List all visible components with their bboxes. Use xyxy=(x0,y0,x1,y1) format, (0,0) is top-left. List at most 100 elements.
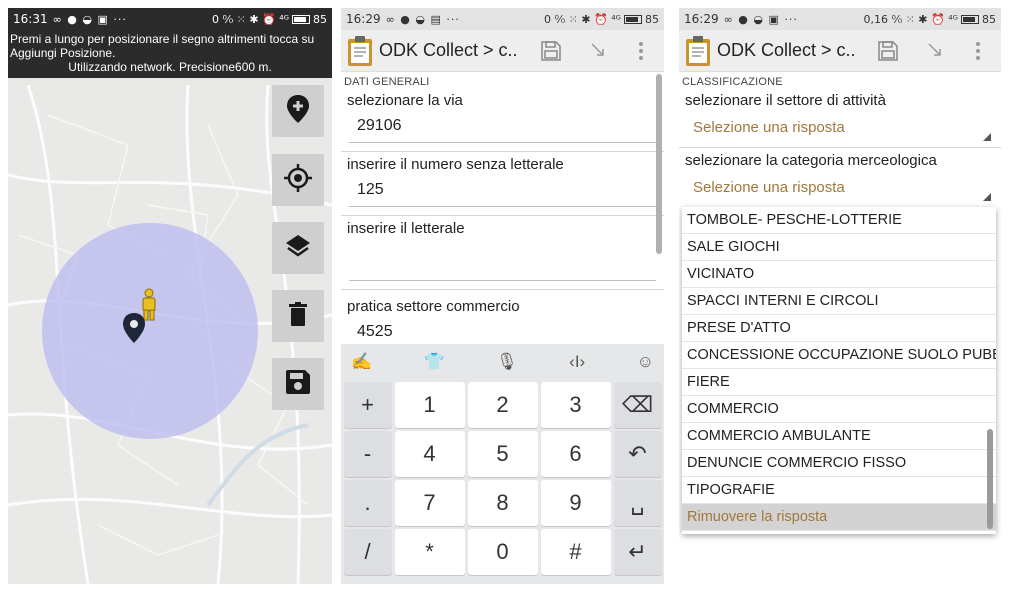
space-key[interactable]: ␣ xyxy=(613,480,662,526)
dropdown-option[interactable]: FIERE xyxy=(682,369,996,396)
handwriting-icon[interactable]: ✍ xyxy=(351,352,372,372)
question-categoria: selezionare la categoria merceologica xyxy=(685,152,937,169)
key-hash[interactable]: # xyxy=(540,529,611,575)
key-dot[interactable]: . xyxy=(343,480,392,526)
key-slash[interactable]: / xyxy=(343,529,392,575)
microphone-icon[interactable]: 🎙 xyxy=(496,352,518,372)
dropdown-option[interactable]: VICINATO xyxy=(682,261,996,288)
toolbar-title: ODK Collect > c.. xyxy=(379,40,518,60)
answer-letterale-input[interactable] xyxy=(349,245,656,281)
dropdown-arrow-icon xyxy=(983,133,991,141)
save-form-icon xyxy=(541,40,561,61)
overflow-menu-button[interactable] xyxy=(961,34,995,68)
section-title: CLASSIFICAZIONE xyxy=(682,76,783,88)
key-8[interactable]: 8 xyxy=(467,480,538,526)
add-location-button[interactable] xyxy=(272,85,324,137)
key-1[interactable]: 1 xyxy=(394,382,465,428)
next-button[interactable] xyxy=(919,34,953,68)
toolbar-title: ODK Collect > c.. xyxy=(717,40,856,60)
dropdown-option[interactable]: COMMERCIO AMBULANTE xyxy=(682,423,996,450)
status-signal: 0 ⁰⁄₀ ⁙ ✱ ⏰ ⁴ᴳ xyxy=(543,12,621,26)
layers-button[interactable] xyxy=(272,222,324,274)
overflow-menu-button[interactable] xyxy=(624,34,658,68)
enter-key[interactable]: ↵ xyxy=(613,529,662,575)
dropdown-scrollbar[interactable] xyxy=(987,429,993,529)
key-3[interactable]: 3 xyxy=(540,382,611,428)
answer-numero-input[interactable]: 125 xyxy=(349,181,656,207)
scrollbar[interactable] xyxy=(656,74,662,254)
next-icon xyxy=(591,42,604,56)
dropdown-option[interactable]: TIPOGRAFIE xyxy=(682,477,996,504)
key-plus[interactable]: + xyxy=(343,382,392,428)
key-7[interactable]: 7 xyxy=(394,480,465,526)
clipboard-icon xyxy=(347,35,373,66)
app-toolbar: ODK Collect > c.. xyxy=(341,30,664,72)
answer-via-input[interactable]: 29106 xyxy=(349,117,656,143)
map-view[interactable] xyxy=(8,84,332,584)
my-location-button[interactable] xyxy=(272,154,324,206)
dropdown-option[interactable]: PRESE D'ATTO xyxy=(682,315,996,342)
dropdown-option[interactable]: TOMBOLE- PESCHE-LOTTERIE xyxy=(682,207,996,234)
dropdown-option[interactable]: SALE GIOCHI xyxy=(682,234,996,261)
status-bar: 16:31 ∞ ● ◒ ▣ ··· 0 ⁰⁄₀ ⁙ ✱ ⏰ ⁴ᴳ 85 xyxy=(8,8,332,30)
save-form-button[interactable] xyxy=(871,34,905,68)
key-5[interactable]: 5 xyxy=(467,431,538,477)
status-signal: 0,16 ⁰⁄₀ ⁙ ✱ ⏰ ⁴ᴳ xyxy=(863,12,958,26)
settore-select-value: Selezione una risposta xyxy=(693,119,845,136)
status-time: 16:31 xyxy=(13,12,48,26)
dropdown-option[interactable]: DENUNCIE COMMERCIO FISSO xyxy=(682,450,996,477)
form-screen-general: 16:29 ∞ ● ◒ ▤ ··· 0 ⁰⁄₀ ⁙ ✱ ⏰ ⁴ᴳ 85 ODK … xyxy=(341,8,664,584)
battery-icon xyxy=(624,14,642,24)
question-letterale: inserire il letterale xyxy=(347,220,465,237)
layers-icon xyxy=(285,233,311,264)
delete-location-button[interactable] xyxy=(272,290,324,342)
add-location-icon xyxy=(287,94,309,128)
key-star[interactable]: * xyxy=(394,529,465,575)
remove-answer-button[interactable]: Rimuovere la risposta xyxy=(682,504,996,531)
accuracy-text: Utilizzando network. Precisione600 m. xyxy=(68,60,272,74)
key-6[interactable]: 6 xyxy=(540,431,611,477)
save-form-button[interactable] xyxy=(534,34,568,68)
save-location-button[interactable] xyxy=(272,358,324,410)
theme-icon[interactable]: 👕 xyxy=(424,352,445,372)
key-minus[interactable]: - xyxy=(343,431,392,477)
dropdown-option[interactable]: SPACCI INTERNI E CIRCOLI xyxy=(682,288,996,315)
map-instructions: Premi a lungo per posizionare il segno a… xyxy=(8,30,332,78)
key-0[interactable]: 0 xyxy=(467,529,538,575)
overflow-menu-icon xyxy=(639,41,643,60)
section-title: DATI GENERALI xyxy=(344,76,430,88)
form-body: DATI GENERALI selezionare la via 29106 i… xyxy=(341,72,664,349)
status-notification-icons: ∞ ● ◒ ▣ ··· xyxy=(723,12,798,26)
delete-icon xyxy=(289,301,307,331)
app-toolbar: ODK Collect > c.. xyxy=(679,30,1001,72)
key-4[interactable]: 4 xyxy=(394,431,465,477)
settore-select[interactable]: Selezione una risposta xyxy=(679,109,1001,141)
dropdown-option[interactable]: CONCESSIONE OCCUPAZIONE SUOLO PUBBLICO xyxy=(682,342,996,369)
status-signal: 0 ⁰⁄₀ ⁙ ✱ ⏰ ⁴ᴳ xyxy=(211,12,289,26)
status-notification-icons: ∞ ● ◒ ▤ ··· xyxy=(385,12,460,26)
dropdown-option[interactable]: COMMERCIO xyxy=(682,396,996,423)
cursor-icon[interactable]: ‹I› xyxy=(569,352,585,372)
keyboard-toolbar: ✍ 👕 🎙 ‹I› ☺ xyxy=(341,344,664,380)
numeric-keyboard: ✍ 👕 🎙 ‹I› ☺ + 1 2 3 ⌫ - 4 5 6 ↶ . 7 8 9 … xyxy=(341,344,664,584)
status-time: 16:29 xyxy=(684,12,719,26)
key-2[interactable]: 2 xyxy=(467,382,538,428)
form-screen-classification: 16:29 ∞ ● ◒ ▣ ··· 0,16 ⁰⁄₀ ⁙ ✱ ⏰ ⁴ᴳ 85 O… xyxy=(679,8,1001,584)
emoji-icon[interactable]: ☺ xyxy=(637,352,654,372)
map-pin-icon[interactable] xyxy=(123,313,145,348)
battery-level: 85 xyxy=(313,12,327,26)
dropdown-arrow-icon xyxy=(983,193,991,201)
status-right: 0 ⁰⁄₀ ⁙ ✱ ⏰ ⁴ᴳ 85 xyxy=(544,13,659,26)
status-right: 0 ⁰⁄₀ ⁙ ✱ ⏰ ⁴ᴳ 85 xyxy=(212,13,327,26)
categoria-select[interactable]: Selezione una risposta xyxy=(679,169,1001,201)
status-right: 0,16 ⁰⁄₀ ⁙ ✱ ⏰ ⁴ᴳ 85 xyxy=(863,13,996,26)
form-body: CLASSIFICAZIONE selezionare il settore d… xyxy=(679,72,1001,201)
keyboard-keys: + 1 2 3 ⌫ - 4 5 6 ↶ . 7 8 9 ␣ / * 0 # ↵ xyxy=(341,382,664,580)
undo-key[interactable]: ↶ xyxy=(613,431,662,477)
next-button[interactable] xyxy=(582,34,616,68)
backspace-key[interactable]: ⌫ xyxy=(613,382,662,428)
key-9[interactable]: 9 xyxy=(540,480,611,526)
save-icon xyxy=(286,369,310,399)
status-notification-icons: ∞ ● ◒ ▣ ··· xyxy=(52,12,127,26)
save-form-icon xyxy=(878,40,898,61)
